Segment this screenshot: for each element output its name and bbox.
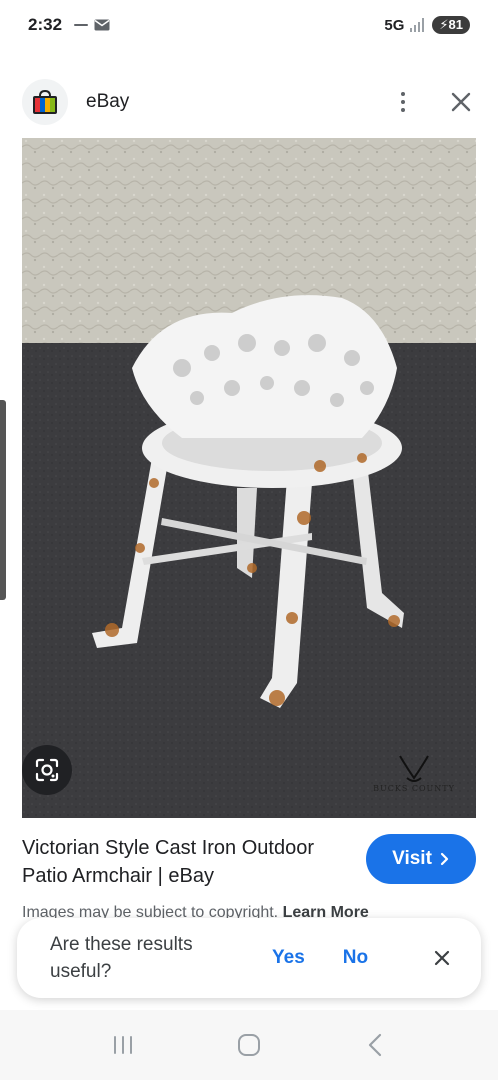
google-lens-icon[interactable] [22, 745, 72, 795]
result-info: Victorian Style Cast Iron Outdoor Patio … [22, 834, 476, 922]
feedback-close-icon[interactable] [429, 945, 455, 971]
feedback-question: Are these results useful? [50, 934, 193, 982]
more-vert-icon[interactable] [388, 87, 418, 117]
watermark-text: BUCKS COUNTY [373, 784, 455, 793]
battery-badge: ⚡81 [432, 16, 470, 34]
system-nav-bar [0, 1020, 498, 1070]
result-title[interactable]: Victorian Style Cast Iron Outdoor Patio … [22, 834, 342, 890]
feedback-card: Are these results useful? Yes No [17, 918, 481, 998]
close-icon[interactable] [446, 87, 476, 117]
visit-label: Visit [392, 848, 432, 869]
battery-level: 81 [448, 17, 463, 32]
ebay-bag-icon[interactable] [22, 79, 68, 125]
feedback-yes-button[interactable]: Yes [272, 947, 305, 969]
source-name[interactable]: eBay [86, 91, 129, 113]
chevron-right-icon [440, 852, 448, 866]
back-icon[interactable] [355, 1025, 395, 1065]
result-image[interactable]: BUCKS COUNTY [22, 138, 476, 818]
armchair-photo: BUCKS COUNTY [22, 138, 476, 818]
visit-button[interactable]: Visit [366, 834, 476, 884]
feedback-no-button[interactable]: No [343, 947, 368, 969]
network-label: 5G [384, 16, 405, 34]
status-bar: 2:32 5G ⚡81 [0, 0, 498, 50]
mail-icon [94, 19, 110, 31]
signal-icon [410, 18, 425, 32]
battery-charging-icon: ⚡ [439, 17, 449, 32]
recent-apps-icon[interactable] [103, 1025, 143, 1065]
home-icon[interactable] [229, 1025, 269, 1065]
status-right: 5G ⚡81 [384, 16, 470, 34]
edge-panel-handle[interactable] [0, 400, 6, 600]
status-notification-icons [74, 19, 110, 31]
link-icon [74, 24, 89, 26]
source-header: eBay [0, 78, 498, 126]
status-time: 2:32 [28, 15, 63, 34]
